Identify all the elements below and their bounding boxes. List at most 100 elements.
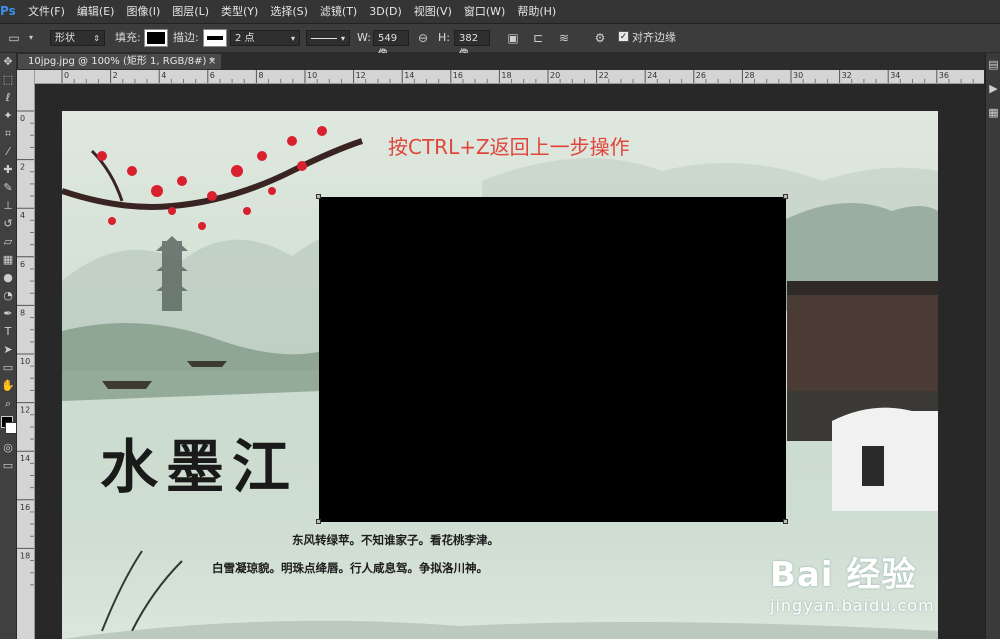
color-swatches[interactable] [0, 413, 17, 439]
vertical-ruler-ticks: 0 2 4 6 8 10 12 14 16 18 [17, 110, 34, 586]
close-tab-icon[interactable]: × [208, 54, 216, 69]
type-icon[interactable]: T [0, 323, 16, 341]
undo-hint-text: 按CTRL+Z返回上一步操作 [388, 135, 630, 159]
h-ruler-label: 12 [356, 71, 366, 80]
h-ruler-label: 32 [842, 71, 852, 80]
shape-icon[interactable]: ▭ [0, 359, 16, 377]
marquee-icon[interactable]: ⬚ [0, 71, 16, 89]
menu-edit[interactable]: 编辑(E) [71, 0, 121, 23]
stroke-swatch[interactable] [203, 29, 227, 47]
calligraphy-title: 水墨江 [100, 433, 299, 501]
v-ruler-label: 8 [20, 308, 25, 317]
width-input[interactable]: 549 像 [373, 30, 409, 60]
v-ruler-label: 2 [20, 163, 25, 172]
eraser-icon[interactable]: ▱ [0, 233, 16, 251]
shape-mode-select[interactable]: 形状 ⇕ [50, 30, 105, 46]
menu-help[interactable]: 帮助(H) [511, 0, 562, 23]
h-ruler-label: 4 [161, 71, 166, 80]
menu-view[interactable]: 视图(V) [408, 0, 458, 23]
brush-icon[interactable]: ✎ [0, 179, 16, 197]
gradient-icon[interactable]: ▦ [0, 251, 16, 269]
history-brush-icon[interactable]: ↺ [0, 215, 16, 233]
menu-select[interactable]: 选择(S) [264, 0, 314, 23]
path-select-icon[interactable]: ➤ [0, 341, 16, 359]
h-ruler-label: 22 [599, 71, 609, 80]
quick-mask-icon[interactable]: ◎ [0, 439, 16, 457]
pen-icon[interactable]: ✒ [0, 305, 16, 323]
menu-3d[interactable]: 3D(D) [363, 0, 408, 23]
transform-handle-bottom-right[interactable] [783, 519, 788, 524]
move-icon[interactable]: ✥ [0, 53, 16, 71]
healing-icon[interactable]: ✚ [0, 161, 16, 179]
panel-history-icon[interactable]: ▤ [986, 53, 1000, 77]
hand-icon[interactable]: ✋ [0, 377, 16, 395]
vertical-ruler[interactable]: 0 2 4 6 8 10 12 14 16 18 [17, 70, 35, 639]
menu-image[interactable]: 图像(I) [120, 0, 166, 23]
h-ruler-label: 14 [404, 71, 414, 80]
h-ruler-label: 20 [550, 71, 560, 80]
right-panel-dock: ▤ ▶ ▦ [985, 53, 1000, 639]
panel-play-icon[interactable]: ▶ [986, 77, 1000, 101]
h-ruler-label: 26 [696, 71, 706, 80]
menu-file[interactable]: 文件(F) [22, 0, 71, 23]
background-color-swatch[interactable] [5, 422, 17, 434]
path-alignment-icon[interactable]: ⊏ [530, 30, 546, 46]
v-ruler-label: 18 [20, 551, 30, 560]
path-operations-icon[interactable]: ▣ [505, 30, 521, 46]
fill-swatch[interactable] [144, 29, 168, 47]
screen-mode-icon[interactable]: ▭ [0, 457, 16, 475]
h-ruler-label: 6 [210, 71, 215, 80]
menu-filter[interactable]: 滤镜(T) [314, 0, 363, 23]
v-ruler-label: 0 [20, 114, 25, 123]
fill-label: 填充: [115, 31, 141, 44]
document-tab[interactable]: 10jpg.jpg @ 100% (矩形 1, RGB/8#) * × [17, 53, 222, 70]
baidu-watermark-url: jingyan.baidu.com [770, 596, 935, 615]
black-rectangle-shape[interactable] [319, 197, 786, 522]
stroke-type-dropdown-icon: ▾ [340, 34, 345, 43]
menu-window[interactable]: 窗口(W) [458, 0, 511, 23]
h-ruler-label: 8 [258, 71, 263, 80]
menu-type[interactable]: 类型(Y) [215, 0, 264, 23]
blur-icon[interactable]: ● [0, 269, 16, 287]
h-ruler-label: 0 [64, 71, 69, 80]
transform-handle-bottom-left[interactable] [316, 519, 321, 524]
v-ruler-label: 14 [20, 454, 30, 463]
poem-line-2: 白雪凝琼貌。明珠点绛唇。行人咸息驾。争拟洛川神。 [212, 561, 488, 575]
height-input[interactable]: 382 像 [454, 30, 490, 60]
v-ruler-label: 12 [20, 406, 30, 415]
main-menu: 文件(F) 编辑(E) 图像(I) 图层(L) 类型(Y) 选择(S) 滤镜(T… [22, 0, 562, 23]
menu-layer[interactable]: 图层(L) [166, 0, 215, 23]
h-ruler-label: 10 [307, 71, 317, 80]
eyedropper-icon[interactable]: ⁄ [0, 143, 16, 161]
horizontal-ruler[interactable]: 0 2 4 6 8 10 12 14 16 18 20 22 24 26 28 30 32 34 36 [34, 70, 984, 84]
transform-handle-top-left[interactable] [316, 194, 321, 199]
h-ruler-label: 30 [793, 71, 803, 80]
dodge-icon[interactable]: ◔ [0, 287, 16, 305]
path-arrangement-icon[interactable]: ≋ [556, 30, 572, 46]
document-tab-title: 10jpg.jpg @ 100% (矩形 1, RGB/8#) * [28, 56, 215, 67]
menu-bar: Ps 文件(F) 编辑(E) 图像(I) 图层(L) 类型(Y) 选择(S) 滤… [0, 0, 1000, 24]
zoom-icon[interactable]: ⌕ [0, 395, 16, 413]
magic-wand-icon[interactable]: ✦ [0, 107, 16, 125]
panel-layers-icon[interactable]: ▦ [986, 101, 1000, 125]
stroke-width-field[interactable]: 2 点 ▾ [230, 30, 300, 46]
h-ruler-label: 16 [453, 71, 463, 80]
align-edges-checkbox[interactable]: ✓ [618, 31, 629, 42]
link-dimensions-icon[interactable]: ⊖ [414, 30, 432, 46]
height-label: H: [438, 31, 450, 44]
stroke-type-select[interactable]: ▾ [306, 30, 350, 46]
mode-dropdown-icon: ⇕ [93, 34, 100, 43]
v-ruler-label: 16 [20, 503, 30, 512]
h-ruler-label: 28 [744, 71, 754, 80]
stroke-label: 描边: [173, 31, 199, 44]
width-label: W: [357, 31, 371, 44]
gear-icon[interactable]: ⚙ [592, 30, 608, 46]
preset-dropdown-icon[interactable]: ▾ [26, 30, 36, 46]
lasso-icon[interactable]: ℓ [0, 89, 16, 107]
tool-preset-icon[interactable]: ▭ [6, 30, 22, 46]
stamp-icon[interactable]: ⊥ [0, 197, 16, 215]
crop-icon[interactable]: ⌗ [0, 125, 16, 143]
app-logo-icon: Ps [0, 4, 16, 18]
transform-handle-top-right[interactable] [783, 194, 788, 199]
h-ruler-label: 2 [113, 71, 118, 80]
